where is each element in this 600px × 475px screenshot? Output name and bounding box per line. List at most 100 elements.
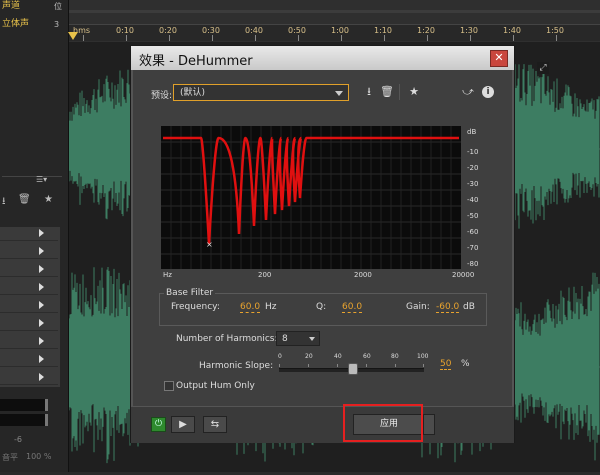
loop-button[interactable]: ⇆ xyxy=(203,416,227,433)
route-icon[interactable]: ⤻ xyxy=(461,85,475,99)
list-item[interactable] xyxy=(0,335,58,349)
db-tick: -30 xyxy=(467,180,479,188)
expand-arrow-icon[interactable] xyxy=(39,229,44,237)
preset-dropdown[interactable]: (默认) xyxy=(173,84,349,101)
zoom-label: 音平 xyxy=(2,453,18,462)
time-tick-mark xyxy=(513,35,514,41)
slope-tick: 40 xyxy=(334,353,342,360)
playhead-icon[interactable] xyxy=(68,32,78,40)
slider-mark xyxy=(395,364,396,367)
time-tick: 1:40 xyxy=(503,26,521,35)
trash-icon[interactable]: 🗑 xyxy=(18,194,31,205)
hz-tick: 2000 xyxy=(354,271,372,279)
dialog-titlebar[interactable]: 效果 - DeHummer ✕ xyxy=(131,46,514,70)
expand-arrow-icon[interactable] xyxy=(39,301,44,309)
expand-arrow-icon[interactable] xyxy=(39,265,44,273)
time-tick-mark xyxy=(470,35,471,41)
hz-tick: 20000 xyxy=(452,271,475,279)
pin-icon[interactable]: ⤢ xyxy=(537,62,549,74)
hz-tick: Hz xyxy=(163,271,172,279)
left-panel: 声道 位 立体声 3 ☰▾ ⭳ 🗑 ★ -6 音平 100 % xyxy=(0,0,69,472)
list-item[interactable] xyxy=(0,263,58,277)
list-item[interactable] xyxy=(0,353,58,367)
time-tick-mark xyxy=(556,35,557,41)
slider-mark xyxy=(366,364,367,367)
frequency-graph-panel: × dB -10 -20 -30 -40 -50 -60 -70 -80 Hz … xyxy=(161,126,481,281)
highlight-box xyxy=(343,404,423,442)
q-value[interactable]: 60.0 xyxy=(342,302,363,313)
harmonics-value: 8 xyxy=(282,334,288,344)
slope-tick: 100 xyxy=(417,353,429,360)
expand-arrow-icon[interactable] xyxy=(39,319,44,327)
expand-arrow-icon[interactable] xyxy=(39,283,44,291)
dialog-title: 效果 - DeHummer xyxy=(139,54,253,69)
apply-side-button[interactable] xyxy=(423,414,435,435)
chevron-down-icon xyxy=(309,337,315,341)
delete-preset-icon[interactable]: 🗑 xyxy=(380,85,394,99)
filter-handle-icon[interactable]: × xyxy=(206,240,213,249)
level-meter xyxy=(0,414,48,426)
slider-mark xyxy=(423,364,424,367)
db-tick: -60 xyxy=(467,228,479,236)
list-item[interactable] xyxy=(0,245,58,259)
list-item[interactable] xyxy=(0,299,58,313)
list-item[interactable] xyxy=(0,371,58,385)
list-item[interactable] xyxy=(0,227,58,241)
hum-only-checkbox[interactable] xyxy=(164,381,174,391)
slope-value[interactable]: 50 xyxy=(440,359,452,370)
frequency-value[interactable]: 60.0 xyxy=(240,302,261,313)
frequency-label: Frequency: xyxy=(171,302,220,312)
db-tick: -50 xyxy=(467,212,479,220)
slope-slider-thumb[interactable] xyxy=(347,363,358,375)
time-tick: 1:10 xyxy=(374,26,392,35)
time-tick-mark xyxy=(83,35,84,41)
frequency-graph[interactable]: × xyxy=(161,126,461,271)
play-button[interactable]: ▶ xyxy=(171,416,195,433)
list-item[interactable] xyxy=(0,281,58,295)
time-ruler[interactable]: hms 0:10 0:20 0:30 0:40 0:50 1:00 1:10 1:20 1:30 1… xyxy=(69,24,600,41)
dehummer-dialog: 效果 - DeHummer ✕ 预设: (默认) ⭳ 🗑 ★ ⤻ i × dB … xyxy=(130,45,515,443)
slider-mark xyxy=(337,364,338,367)
time-tick: 1:20 xyxy=(417,26,435,35)
time-tick-mark xyxy=(384,35,385,41)
db-tick: -10 xyxy=(467,148,479,156)
expand-arrow-icon[interactable] xyxy=(39,247,44,255)
time-tick: 1:00 xyxy=(331,26,349,35)
gain-unit: dB xyxy=(463,302,475,312)
time-tick: 0:50 xyxy=(288,26,306,35)
expand-arrow-icon[interactable] xyxy=(39,373,44,381)
expand-arrow-icon[interactable] xyxy=(39,337,44,345)
toolbar-divider xyxy=(399,84,400,100)
bit-value: 3 xyxy=(54,20,60,29)
frequency-unit: Hz xyxy=(265,302,277,312)
channel-value[interactable]: 立体声 xyxy=(0,18,62,31)
meter-scale: -6 xyxy=(14,435,22,444)
expand-arrow-icon[interactable] xyxy=(39,355,44,363)
info-icon[interactable]: i xyxy=(482,86,494,98)
time-tick-mark xyxy=(169,35,170,41)
star-icon[interactable]: ★ xyxy=(44,194,53,205)
harmonics-dropdown[interactable]: 8 xyxy=(276,331,320,346)
panel-divider xyxy=(2,176,62,187)
favorite-star-icon[interactable]: ★ xyxy=(407,85,421,99)
gain-value[interactable]: -60.0 xyxy=(436,302,460,313)
save-preset-icon[interactable]: ⭳ xyxy=(362,85,376,99)
bit-header: 位 xyxy=(54,2,62,11)
list-item[interactable] xyxy=(0,317,58,331)
q-label: Q: xyxy=(316,302,327,312)
time-tick: 0:30 xyxy=(202,26,220,35)
channel-header: 声道 xyxy=(2,1,21,11)
time-tick: 1:50 xyxy=(546,26,564,35)
slope-tick: 0 xyxy=(278,353,282,360)
hz-tick: 200 xyxy=(258,271,272,279)
zoom-value: 100 % xyxy=(26,452,52,461)
hum-only-label: Output Hum Only xyxy=(176,381,255,391)
slope-tick: 60 xyxy=(363,353,371,360)
slope-tick: 80 xyxy=(391,353,399,360)
save-icon[interactable]: ⭳ xyxy=(2,194,6,211)
time-tick-mark xyxy=(255,35,256,41)
panel-menu-icon[interactable]: ☰▾ xyxy=(36,175,47,184)
close-button[interactable]: ✕ xyxy=(490,50,508,67)
timeline-scrollbar[interactable] xyxy=(69,10,600,13)
power-icon[interactable]: ⏻ xyxy=(151,417,166,432)
